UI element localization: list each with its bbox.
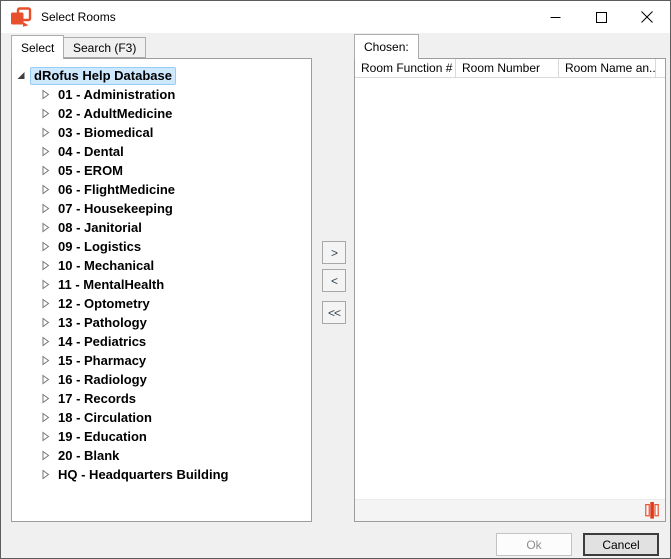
tree-item[interactable]: HQ - Headquarters Building xyxy=(12,465,311,484)
tree-item[interactable]: 06 - FlightMedicine xyxy=(12,180,311,199)
chosen-grid-header: Room Function # Room Number Room Name an… xyxy=(355,59,665,78)
chevron-collapsed-icon[interactable] xyxy=(40,203,51,214)
tab-search-f3[interactable]: Search (F3) xyxy=(63,37,146,58)
tree-item[interactable]: 16 - Radiology xyxy=(12,370,311,389)
chevron-collapsed-icon[interactable] xyxy=(40,89,51,100)
minimize-button[interactable] xyxy=(532,1,578,33)
tree-item[interactable]: 08 - Janitorial xyxy=(12,218,311,237)
client-area: Select Search (F3) dRofus Help Database … xyxy=(1,33,670,558)
chevron-collapsed-icon[interactable] xyxy=(40,279,51,290)
chevron-collapsed-icon[interactable] xyxy=(40,165,51,176)
chosen-footer xyxy=(355,499,665,521)
chevron-collapsed-icon[interactable] xyxy=(40,336,51,347)
chevron-collapsed-icon[interactable] xyxy=(40,412,51,423)
column-chooser-icon[interactable] xyxy=(645,501,659,520)
chevron-collapsed-icon[interactable] xyxy=(40,146,51,157)
minimize-icon xyxy=(550,12,561,23)
tree-item[interactable]: 11 - MentalHealth xyxy=(12,275,311,294)
tree-item-label: 14 - Pediatrics xyxy=(58,334,146,349)
maximize-button[interactable] xyxy=(578,1,624,33)
chosen-rooms-panel: Room Function # Room Number Room Name an… xyxy=(354,58,666,522)
tree-item-label: 01 - Administration xyxy=(58,87,175,102)
tree-item-label: 03 - Biomedical xyxy=(58,125,153,140)
tab-select[interactable]: Select xyxy=(11,35,64,59)
window-controls xyxy=(532,1,670,33)
cancel-button[interactable]: Cancel xyxy=(583,533,659,556)
chevron-collapsed-icon[interactable] xyxy=(40,184,51,195)
tree-item-label: 18 - Circulation xyxy=(58,410,152,425)
chevron-collapsed-icon[interactable] xyxy=(40,374,51,385)
column-header-room-function[interactable]: Room Function # xyxy=(355,59,456,77)
tree-item[interactable]: 02 - AdultMedicine xyxy=(12,104,311,123)
chevron-expanded-icon[interactable] xyxy=(16,70,27,81)
chosen-grid-body[interactable] xyxy=(355,78,665,499)
tree-item-label: 11 - MentalHealth xyxy=(58,277,164,292)
tree-item[interactable]: 05 - EROM xyxy=(12,161,311,180)
tree-item[interactable]: 20 - Blank xyxy=(12,446,311,465)
chevron-collapsed-icon[interactable] xyxy=(40,450,51,461)
tree-item[interactable]: 01 - Administration xyxy=(12,85,311,104)
drofus-logo-icon xyxy=(10,7,32,28)
tree-item-label: 02 - AdultMedicine xyxy=(58,106,172,121)
tree-item-label: 10 - Mechanical xyxy=(58,258,154,273)
tree-item-label: 04 - Dental xyxy=(58,144,124,159)
chevron-collapsed-icon[interactable] xyxy=(40,241,51,252)
tree-item-label: 06 - FlightMedicine xyxy=(58,182,175,197)
tree-item-label: 16 - Radiology xyxy=(58,372,147,387)
tree-item-label: 15 - Pharmacy xyxy=(58,353,146,368)
chevron-collapsed-icon[interactable] xyxy=(40,127,51,138)
add-button[interactable]: > xyxy=(322,241,346,264)
tree-item-label: 09 - Logistics xyxy=(58,239,141,254)
ok-button[interactable]: Ok xyxy=(496,533,572,556)
chevron-collapsed-icon[interactable] xyxy=(40,393,51,404)
tree-item[interactable]: 17 - Records xyxy=(12,389,311,408)
tree-item[interactable]: 14 - Pediatrics xyxy=(12,332,311,351)
tree-item[interactable]: 15 - Pharmacy xyxy=(12,351,311,370)
tree-item-label: HQ - Headquarters Building xyxy=(58,467,228,482)
tree-item[interactable]: 12 - Optometry xyxy=(12,294,311,313)
tree-item[interactable]: 10 - Mechanical xyxy=(12,256,311,275)
tree-item[interactable]: 13 - Pathology xyxy=(12,313,311,332)
tree-children: 01 - Administration 02 - AdultMedicine xyxy=(12,85,311,484)
chevron-collapsed-icon[interactable] xyxy=(40,260,51,271)
tree-item-label: 19 - Education xyxy=(58,429,147,444)
tree-item[interactable]: 04 - Dental xyxy=(12,142,311,161)
tree-item[interactable]: 19 - Education xyxy=(12,427,311,446)
window-title: Select Rooms xyxy=(41,10,116,24)
tree-item-label: 08 - Janitorial xyxy=(58,220,142,235)
tree-item[interactable]: 18 - Circulation xyxy=(12,408,311,427)
remove-all-button[interactable]: << xyxy=(322,301,346,324)
tree-root-item[interactable]: dRofus Help Database xyxy=(12,66,311,85)
tree-item-label: 13 - Pathology xyxy=(58,315,147,330)
chevron-collapsed-icon[interactable] xyxy=(40,469,51,480)
tree-item-label: 17 - Records xyxy=(58,391,136,406)
chevron-collapsed-icon[interactable] xyxy=(40,222,51,233)
chevron-collapsed-icon[interactable] xyxy=(40,355,51,366)
tree-item-label: 07 - Housekeeping xyxy=(58,201,173,216)
tree-item[interactable]: 03 - Biomedical xyxy=(12,123,311,142)
tree-item[interactable]: 09 - Logistics xyxy=(12,237,311,256)
chevron-collapsed-icon[interactable] xyxy=(40,108,51,119)
tree-root-label: dRofus Help Database xyxy=(30,67,176,85)
chevron-collapsed-icon[interactable] xyxy=(40,298,51,309)
tree-item-label: 12 - Optometry xyxy=(58,296,150,311)
room-function-tree[interactable]: dRofus Help Database 01 - Administration xyxy=(11,58,312,522)
tree-item[interactable]: 07 - Housekeeping xyxy=(12,199,311,218)
tree-item-label: 05 - EROM xyxy=(58,163,123,178)
remove-button[interactable]: < xyxy=(322,269,346,292)
column-header-room-name[interactable]: Room Name an... xyxy=(559,59,656,77)
close-button[interactable] xyxy=(624,1,670,33)
tab-chosen[interactable]: Chosen: xyxy=(354,34,419,59)
select-rooms-dialog: Select Rooms Select Search (F3) dRofus H… xyxy=(0,0,671,559)
tree-item-label: 20 - Blank xyxy=(58,448,119,463)
chevron-collapsed-icon[interactable] xyxy=(40,317,51,328)
titlebar: Select Rooms xyxy=(1,1,670,33)
maximize-icon xyxy=(596,12,607,23)
close-icon xyxy=(641,11,653,23)
column-header-room-number[interactable]: Room Number xyxy=(456,59,559,77)
chevron-collapsed-icon[interactable] xyxy=(40,431,51,442)
